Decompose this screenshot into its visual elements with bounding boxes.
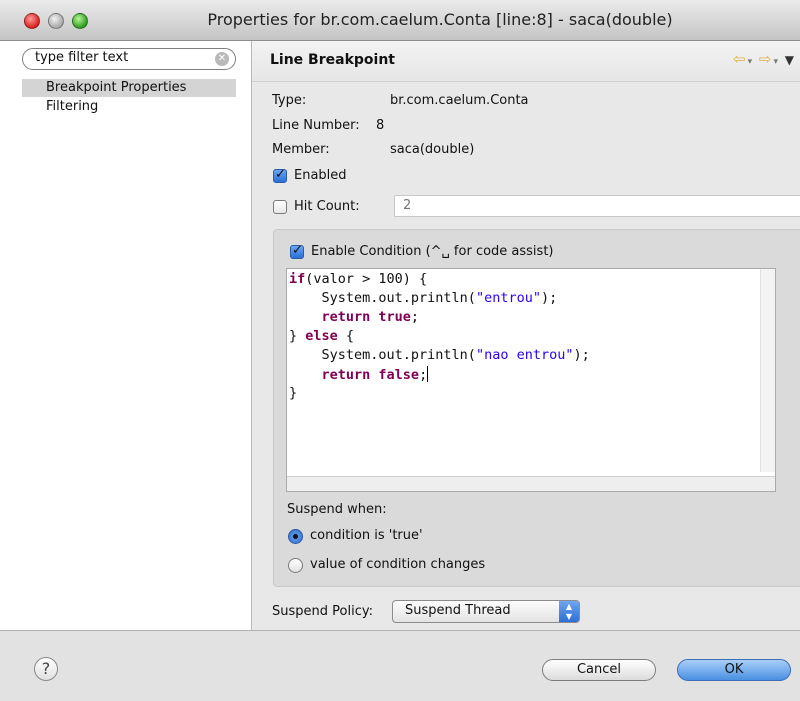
radio-condition-changes-label: value of condition changes bbox=[310, 557, 486, 572]
condition-group: Enable Condition (^␣ for code assist) if… bbox=[273, 229, 800, 587]
sidebar-item-label: Breakpoint Properties bbox=[46, 80, 187, 95]
cancel-button[interactable]: Cancel bbox=[542, 659, 656, 681]
code-line: } bbox=[289, 385, 297, 401]
code-text: ); bbox=[573, 347, 590, 363]
line-number-value: 8 bbox=[376, 118, 385, 133]
member-label: Member: bbox=[272, 142, 330, 157]
code-keyword: if bbox=[289, 271, 306, 287]
code-line: } else { bbox=[289, 328, 354, 344]
sidebar-item-label: Filtering bbox=[46, 99, 99, 114]
header-navigation: ⇦ ▾ ⇨ ▾ ▼ bbox=[731, 50, 794, 68]
horizontal-scrollbar[interactable] bbox=[287, 476, 775, 491]
page-header: Line Breakpoint ⇦ ▾ ⇨ ▾ ▼ bbox=[252, 41, 800, 82]
code-text: (valor > 100) { bbox=[305, 271, 428, 287]
enable-condition-checkbox[interactable] bbox=[290, 243, 304, 259]
window-title: Properties for br.com.caelum.Conta [line… bbox=[207, 10, 673, 29]
code-line: if(valor > 100) { bbox=[289, 271, 427, 287]
view-menu-icon[interactable]: ▼ bbox=[785, 53, 794, 67]
back-arrow-icon[interactable]: ⇦ bbox=[733, 50, 746, 68]
back-dropdown-icon[interactable]: ▾ bbox=[748, 57, 753, 67]
sidebar: type filter text ✕ Breakpoint Properties… bbox=[0, 41, 252, 630]
member-value: saca(double) bbox=[390, 142, 475, 157]
enabled-checkbox[interactable] bbox=[273, 167, 287, 183]
code-line: return false; bbox=[289, 366, 429, 383]
dialog-footer: ? Cancel OK bbox=[0, 630, 800, 701]
hit-count-checkbox[interactable] bbox=[273, 200, 287, 214]
enable-condition-label: Enable Condition (^␣ for code assist) bbox=[311, 244, 554, 259]
code-keyword: return false bbox=[321, 367, 420, 383]
code-text: ; bbox=[419, 367, 428, 383]
code-text: { bbox=[337, 328, 355, 344]
code-keyword: else bbox=[305, 328, 338, 344]
radio-condition-true[interactable] bbox=[288, 529, 303, 544]
code-string: "entrou" bbox=[475, 290, 541, 306]
title-bar: Properties for br.com.caelum.Conta [line… bbox=[0, 0, 800, 41]
forward-dropdown-icon[interactable]: ▾ bbox=[773, 57, 778, 67]
code-line: System.out.println("entrou"); bbox=[289, 290, 558, 306]
code-text: System.out.println( bbox=[289, 290, 476, 306]
text-caret bbox=[427, 366, 429, 382]
code-text: } bbox=[289, 328, 306, 344]
code-text: ); bbox=[540, 290, 558, 306]
filter-input-text: type filter text bbox=[35, 50, 129, 65]
vertical-scrollbar[interactable] bbox=[760, 269, 775, 472]
suspend-policy-select[interactable]: Suspend Thread ▲ ▼ bbox=[392, 600, 580, 623]
filter-input[interactable]: type filter text ✕ bbox=[22, 48, 236, 70]
select-arrows-icon: ▲ ▼ bbox=[559, 601, 579, 622]
code-string: "nao entrou" bbox=[475, 347, 574, 363]
enabled-label: Enabled bbox=[294, 168, 347, 183]
code-text: } bbox=[289, 385, 298, 401]
clear-search-icon[interactable]: ✕ bbox=[215, 52, 229, 66]
code-text: System.out.println( bbox=[289, 347, 476, 363]
suspend-policy-label: Suspend Policy: bbox=[272, 604, 373, 619]
type-value: br.com.caelum.Conta bbox=[390, 93, 529, 108]
code-keyword: return true bbox=[321, 309, 411, 325]
code-line: System.out.println("nao entrou"); bbox=[289, 347, 590, 363]
radio-condition-true-label: condition is 'true' bbox=[310, 528, 423, 543]
properties-dialog: Properties for br.com.caelum.Conta [line… bbox=[0, 0, 800, 701]
code-line: return true; bbox=[289, 309, 420, 325]
main-panel: Line Breakpoint ⇦ ▾ ⇨ ▾ ▼ Type: br.com.cae… bbox=[252, 41, 800, 630]
suspend-when-label: Suspend when: bbox=[287, 502, 387, 517]
code-text: ; bbox=[410, 309, 420, 325]
hit-count-label: Hit Count: bbox=[294, 199, 360, 214]
sidebar-item-filtering[interactable]: Filtering bbox=[22, 98, 236, 116]
forward-arrow-icon[interactable]: ⇨ bbox=[759, 50, 772, 68]
hit-count-input[interactable]: 2 bbox=[394, 195, 800, 217]
help-icon[interactable]: ? bbox=[34, 657, 58, 681]
page-title: Line Breakpoint bbox=[270, 52, 395, 68]
sidebar-item-breakpoint-properties[interactable]: Breakpoint Properties bbox=[22, 79, 236, 97]
condition-editor[interactable]: if(valor > 100) { System.out.println("en… bbox=[286, 268, 776, 492]
suspend-policy-value: Suspend Thread bbox=[405, 603, 511, 618]
type-label: Type: bbox=[272, 93, 307, 108]
line-number-label: Line Number: bbox=[272, 118, 360, 133]
radio-condition-changes[interactable] bbox=[288, 558, 303, 573]
ok-button[interactable]: OK bbox=[677, 659, 791, 681]
